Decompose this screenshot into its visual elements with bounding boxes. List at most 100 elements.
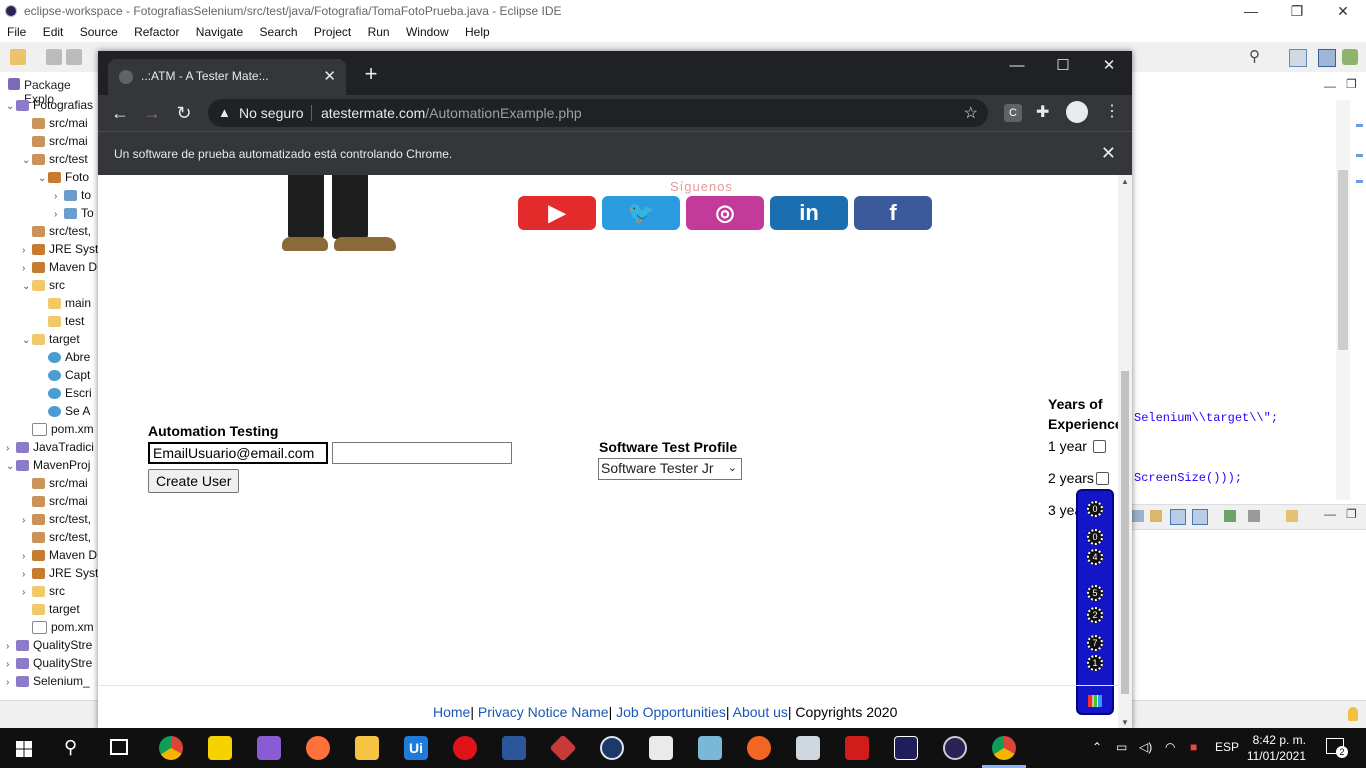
- editor-scroll-thumb[interactable]: [1338, 170, 1348, 350]
- new-icon[interactable]: [10, 49, 26, 65]
- close-tab-icon[interactable]: ✕: [323, 67, 336, 85]
- save-all-icon[interactable]: [66, 49, 82, 65]
- opera-app-icon[interactable]: [453, 736, 477, 760]
- maximize-view-icon[interactable]: ❐: [1346, 507, 1357, 521]
- tree-item[interactable]: src/mai: [22, 474, 88, 492]
- remote-desktop-app-icon[interactable]: [796, 736, 820, 760]
- menu-source[interactable]: Source: [73, 22, 124, 39]
- tree-item[interactable]: pom.xm: [22, 618, 94, 636]
- chart-app-icon[interactable]: [649, 736, 673, 760]
- tree-item[interactable]: › Selenium_: [6, 672, 90, 690]
- tree-item[interactable]: ⌄ src/test: [22, 150, 88, 168]
- create-user-button[interactable]: Create User: [148, 469, 240, 493]
- console-tool-icon[interactable]: [1132, 510, 1144, 522]
- file-explorer-app-icon[interactable]: [355, 736, 379, 760]
- console-tool-icon[interactable]: [1224, 510, 1236, 522]
- close-icon[interactable]: ✕: [1320, 0, 1366, 22]
- word-app-icon[interactable]: [502, 736, 526, 760]
- secondary-input[interactable]: [332, 442, 512, 464]
- back-icon[interactable]: ←: [108, 101, 132, 125]
- restore-icon[interactable]: ❐: [1274, 0, 1320, 22]
- menu-project[interactable]: Project: [307, 22, 357, 39]
- save-icon[interactable]: [46, 49, 62, 65]
- tree-item[interactable]: Se A: [38, 402, 90, 420]
- close-icon[interactable]: ✕: [1086, 51, 1132, 81]
- security-tray-icon[interactable]: ■: [1190, 740, 1197, 754]
- instagram-icon[interactable]: ◎: [686, 196, 764, 230]
- uipath-app-icon[interactable]: Ui: [404, 736, 428, 760]
- menu-edit[interactable]: Edit: [36, 22, 70, 39]
- tree-item[interactable]: Capt: [38, 366, 90, 384]
- tree-item[interactable]: ⌄ MavenProj: [6, 456, 90, 474]
- language-indicator[interactable]: ESP: [1215, 740, 1239, 754]
- tree-item[interactable]: › src/test,: [22, 510, 91, 528]
- extension-c-icon[interactable]: C: [1004, 104, 1022, 122]
- footer-link-home[interactable]: Home: [433, 704, 470, 720]
- tree-item[interactable]: target: [22, 600, 80, 618]
- tree-item[interactable]: test: [38, 312, 84, 330]
- menu-help[interactable]: Help: [458, 22, 496, 39]
- minimize-view-icon[interactable]: —: [1324, 507, 1336, 521]
- forward-icon[interactable]: →: [140, 101, 164, 125]
- volume-icon[interactable]: ◁): [1139, 740, 1152, 754]
- visitor-counter-widget[interactable]: 0 0 4 5 2 7 1: [1076, 489, 1114, 715]
- profile-select[interactable]: Software Tester Jr ⌄: [598, 458, 742, 480]
- sticky-notes-app-icon[interactable]: [208, 736, 232, 760]
- facebook-icon[interactable]: f: [854, 196, 932, 230]
- tree-item[interactable]: › JRE Syst: [22, 564, 98, 582]
- twitter-icon[interactable]: 🐦: [602, 196, 680, 230]
- tree-item[interactable]: pom.xm: [22, 420, 94, 438]
- chrome-app-icon[interactable]: [159, 736, 183, 760]
- menu-file[interactable]: File: [0, 22, 32, 39]
- footer-link-jobs[interactable]: Job Opportunities: [616, 704, 726, 720]
- console-tool-icon[interactable]: [1170, 509, 1186, 525]
- minimize-view-icon[interactable]: —: [1324, 79, 1336, 93]
- tip-bulb-icon[interactable]: [1348, 707, 1358, 721]
- tree-item[interactable]: › JavaTradici: [6, 438, 94, 456]
- tree-item[interactable]: ⌄ src: [22, 276, 65, 294]
- reload-icon[interactable]: ↻: [172, 101, 196, 125]
- chrome-app-icon[interactable]: [992, 736, 1016, 760]
- tree-item[interactable]: main: [38, 294, 91, 312]
- package-explorer-tab[interactable]: Package Explo: [0, 72, 98, 106]
- tree-item[interactable]: src/mai: [22, 114, 88, 132]
- linkedin-icon[interactable]: in: [770, 196, 848, 230]
- extensions-puzzle-icon[interactable]: ✚: [1036, 102, 1049, 122]
- close-infobar-icon[interactable]: ✕: [1101, 143, 1116, 164]
- tree-item[interactable]: src/test,: [22, 222, 91, 240]
- wifi-icon[interactable]: ◠: [1165, 740, 1175, 754]
- eclipse-app-icon[interactable]: [943, 736, 967, 760]
- chevron-down-icon[interactable]: ⌄: [22, 152, 32, 170]
- tree-item[interactable]: › Maven D: [22, 546, 97, 564]
- start-windows-icon[interactable]: [16, 741, 32, 757]
- address-bar[interactable]: ▲ No seguro atestermate.com/AutomationEx…: [208, 99, 988, 127]
- chevron-up-icon[interactable]: ⌃: [1092, 740, 1102, 754]
- maximize-view-icon[interactable]: ❐: [1346, 77, 1357, 91]
- tree-item[interactable]: Escri: [38, 384, 92, 402]
- tree-item[interactable]: › Maven D: [22, 258, 97, 276]
- tree-item[interactable]: ⌄ Fotografias: [6, 96, 93, 114]
- scroll-up-icon[interactable]: ▲: [1121, 177, 1129, 186]
- footer-link-about[interactable]: About us: [733, 704, 788, 720]
- console-tool-icon[interactable]: [1286, 510, 1298, 522]
- editor-scrollbar[interactable]: [1336, 100, 1350, 500]
- debug-perspective-icon[interactable]: [1342, 49, 1358, 65]
- maximize-icon[interactable]: ☐: [1040, 51, 1086, 81]
- scroll-down-icon[interactable]: ▼: [1121, 718, 1129, 727]
- tree-item[interactable]: Abre: [38, 348, 90, 366]
- email-input[interactable]: [148, 442, 328, 464]
- tree-item[interactable]: › to: [54, 186, 91, 204]
- menu-run[interactable]: Run: [361, 22, 396, 39]
- console-tool-icon[interactable]: [1192, 509, 1208, 525]
- search-icon[interactable]: ⚲: [64, 737, 77, 758]
- tree-item[interactable]: › src: [22, 582, 65, 600]
- browser-tab[interactable]: ..:ATM - A Tester Mate:.. ✕: [108, 59, 346, 95]
- years-1-checkbox[interactable]: [1093, 440, 1106, 453]
- console-tool-icon[interactable]: [1150, 510, 1162, 522]
- profile-avatar-icon[interactable]: [1066, 101, 1088, 123]
- chevron-down-icon[interactable]: ⌄: [22, 278, 32, 296]
- feather-app-icon[interactable]: [257, 736, 281, 760]
- tree-item[interactable]: › To: [54, 204, 94, 222]
- new-tab-icon[interactable]: +: [360, 63, 382, 85]
- minimize-icon[interactable]: —: [1228, 0, 1274, 22]
